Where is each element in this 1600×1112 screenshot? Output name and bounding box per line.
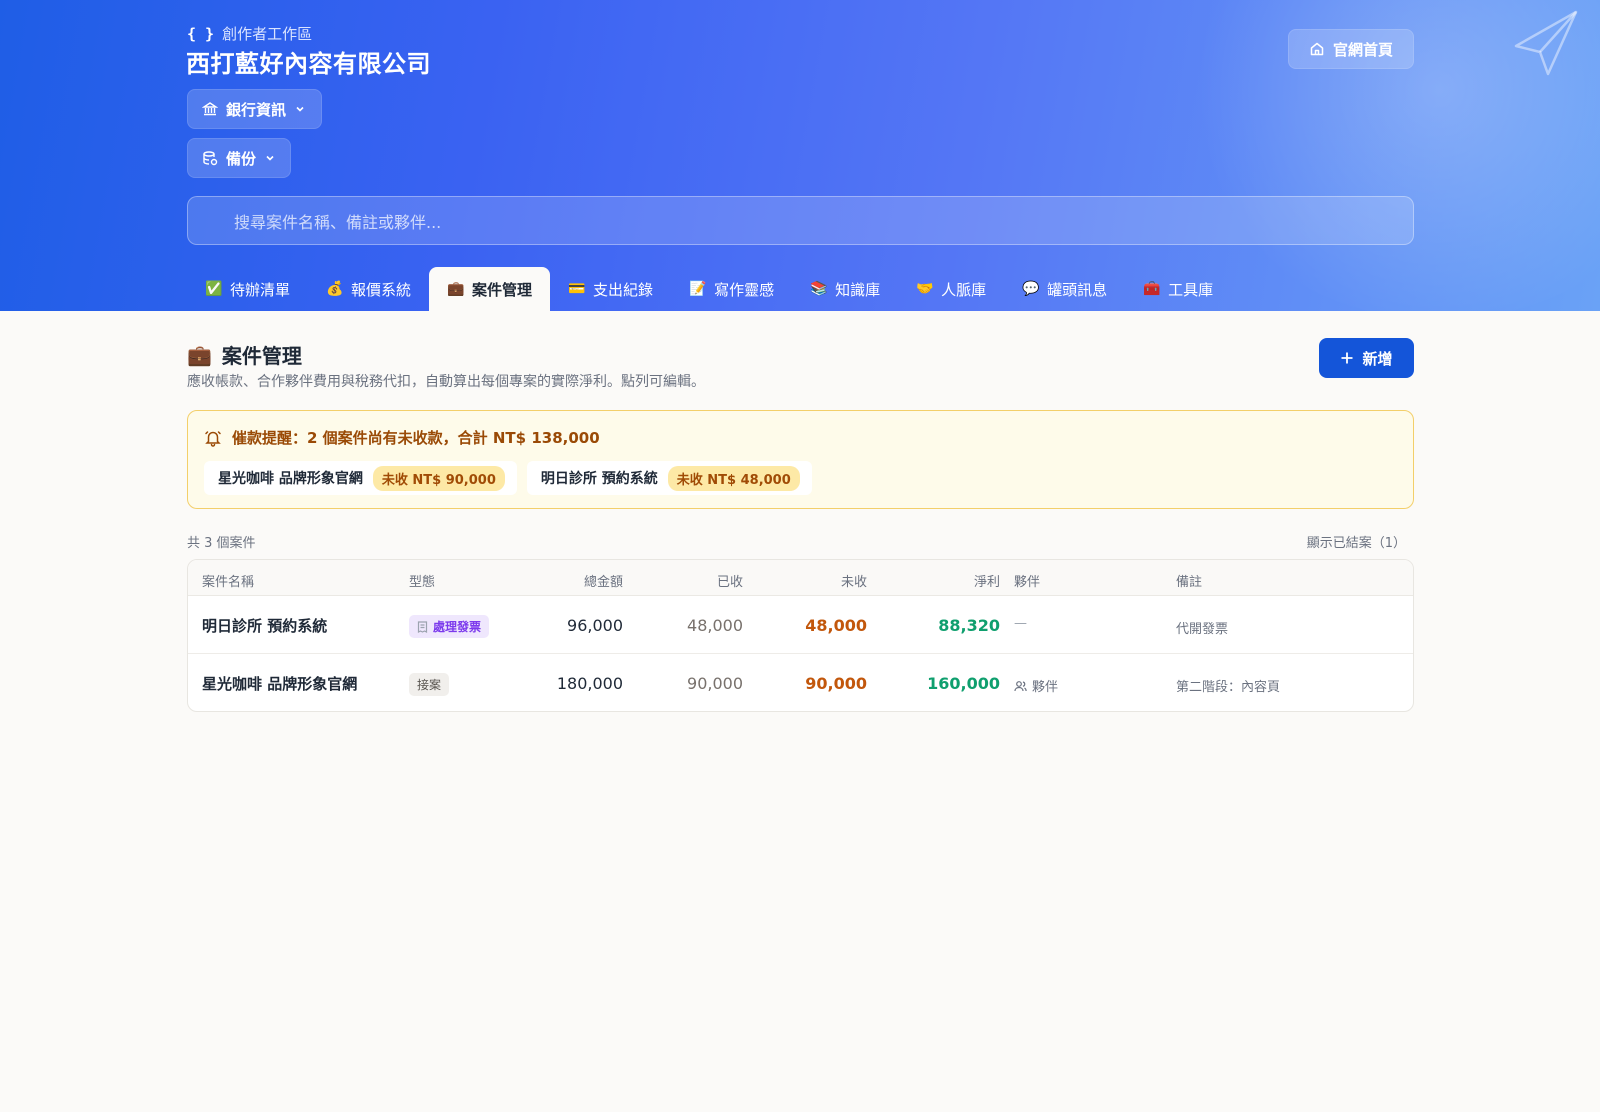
net-profit: 160,000 [927,674,1000,693]
column-header: 型態 [409,575,436,590]
case-note: 代開發票 [1176,622,1229,637]
company-name: 西打藍好內容有限公司 [186,50,431,78]
home-icon [1310,42,1324,56]
payment-reminder: 催款提醒：2 個案件尚有未收款，合計 NT$ 138,000 星光咖啡 品牌形象… [187,410,1414,509]
money-bag-icon: 💰 [326,281,344,297]
tab-label: 寫作靈感 [714,280,775,299]
table-row[interactable]: 星光咖啡 品牌形象官網 接案 180,000 90,000 90,000 160… [188,654,1413,711]
books-icon: 📚 [810,281,828,297]
tab-tools[interactable]: 🧰 工具庫 [1125,267,1231,311]
unpaid-badge: 未收 NT$ 48,000 [667,465,800,491]
reminder-chip[interactable]: 明日診所 預約系統 未收 NT$ 48,000 [526,461,812,495]
page-title-text: 案件管理 [221,344,302,368]
tab-quotes[interactable]: 💰 報價系統 [308,267,429,311]
header-banner: { } 創作者工作區 西打藍好內容有限公司 銀行資訊 備份 官網首頁 搜尋案件名… [0,0,1600,311]
page-title: 💼 案件管理 [187,340,302,369]
reminder-title-text: 催款提醒：2 個案件尚有未收款，合計 NT$ 138,000 [232,429,600,447]
unpaid-badge: 未收 NT$ 90,000 [372,465,505,491]
column-header: 未收 [840,575,867,590]
case-count: 共 3 個案件 [187,536,256,551]
tab-cases[interactable]: 💼 案件管理 [429,267,551,311]
workspace-eyebrow: { } 創作者工作區 [187,23,312,44]
braces-icon: { } [187,24,215,43]
tab-canned-messages[interactable]: 💬 罐頭訊息 [1004,267,1125,311]
tab-contacts[interactable]: 🤝 人脈庫 [898,267,1004,311]
toolbox-icon: 🧰 [1143,281,1161,297]
chevron-down-icon [266,155,274,161]
workspace-label: 創作者工作區 [222,25,313,43]
handshake-icon: 🤝 [916,281,934,297]
chevron-down-icon [296,106,304,112]
tab-label: 人脈庫 [941,280,987,299]
unpaid-amount: 48,000 [805,616,867,635]
column-header: 總金額 [583,575,623,590]
cases-table: 案件名稱 型態 總金額 已收 未收 淨利 夥伴 備註 明日診所 預約系統 處理發… [187,559,1414,712]
users-icon [1014,680,1027,691]
credit-card-icon: 💳 [568,281,586,297]
tab-label: 報價系統 [351,280,412,299]
backup-label: 備份 [226,149,257,168]
tab-label: 案件管理 [472,280,533,299]
tab-todo[interactable]: ✅ 待辦清單 [187,267,308,311]
unpaid-amount: 90,000 [805,674,867,693]
received-amount: 90,000 [687,674,743,693]
reminder-chip[interactable]: 星光咖啡 品牌形象官網 未收 NT$ 90,000 [204,461,517,495]
column-header: 淨利 [973,575,1000,590]
type-label: 處理發票 [433,620,482,634]
table-header: 案件名稱 型態 總金額 已收 未收 淨利 夥伴 備註 [188,560,1413,596]
type-badge: 處理發票 [409,615,490,638]
type-badge: 接案 [409,673,450,696]
page-description: 應收帳款、合作夥伴費用與稅務代扣，自動算出每個專案的實際淨利。點列可編輯。 [187,374,705,390]
reminder-case-name: 星光咖啡 品牌形象官網 [218,471,363,487]
backup-button[interactable]: 備份 [187,138,291,178]
tab-label: 罐頭訊息 [1047,280,1108,299]
paper-plane-icon [1514,10,1578,76]
tab-knowledge[interactable]: 📚 知識庫 [792,267,898,311]
bank-icon [202,102,218,116]
tab-expenses[interactable]: 💳 支出紀錄 [550,267,671,311]
reminder-chips: 星光咖啡 品牌形象官網 未收 NT$ 90,000 明日診所 預約系統 未收 N… [204,461,812,495]
reminder-case-name: 明日診所 預約系統 [540,471,658,487]
tab-label: 待辦清單 [230,280,291,299]
column-header: 備註 [1176,575,1203,590]
total-amount: 96,000 [567,616,623,635]
briefcase-icon: 💼 [447,281,465,297]
search-input[interactable]: 搜尋案件名稱、備註或夥伴... [187,196,1414,245]
case-note: 第二階段：內容頁 [1176,680,1281,695]
database-icon [203,151,218,166]
column-header: 已收 [716,575,743,590]
column-header: 案件名稱 [202,575,255,590]
partner-label: 夥伴 [1032,680,1059,695]
receipt-icon [417,620,428,633]
reminder-title: 催款提醒：2 個案件尚有未收款，合計 NT$ 138,000 [204,427,600,448]
bank-info-button[interactable]: 銀行資訊 [187,89,322,129]
speech-bubble-icon: 💬 [1022,281,1040,297]
tab-label: 知識庫 [835,280,881,299]
memo-icon: 📝 [689,281,707,297]
tab-label: 支出紀錄 [593,280,654,299]
add-case-button[interactable]: 新增 [1319,338,1414,378]
check-icon: ✅ [205,281,223,297]
homepage-label: 官網首頁 [1332,40,1393,59]
plus-icon [1341,352,1353,364]
partner-cell: 夥伴 [1014,676,1058,695]
show-closed-toggle[interactable]: 顯示已結案（1） [1307,532,1406,551]
main-tabs: ✅ 待辦清單 💰 報價系統 💼 案件管理 💳 支出紀錄 📝 寫作靈感 📚 知識庫 🤝 人脈庫 … [187,267,1231,311]
net-profit: 88,320 [938,616,1000,635]
bank-info-label: 銀行資訊 [226,100,287,119]
partner-empty: — [1014,616,1027,631]
homepage-button[interactable]: 官網首頁 [1288,29,1414,69]
total-amount: 180,000 [556,674,623,693]
briefcase-icon: 💼 [187,342,212,367]
type-label: 接案 [417,678,442,692]
bell-icon [205,430,221,447]
add-label: 新增 [1362,349,1393,368]
tab-label: 工具庫 [1168,280,1214,299]
received-amount: 48,000 [687,616,743,635]
column-header: 夥伴 [1014,575,1041,590]
table-row[interactable]: 明日診所 預約系統 處理發票 96,000 48,000 48,000 88,3… [188,596,1413,654]
tab-writing-ideas[interactable]: 📝 寫作靈感 [671,267,792,311]
case-name: 明日診所 預約系統 [202,617,328,635]
case-name: 星光咖啡 品牌形象官網 [202,675,358,693]
